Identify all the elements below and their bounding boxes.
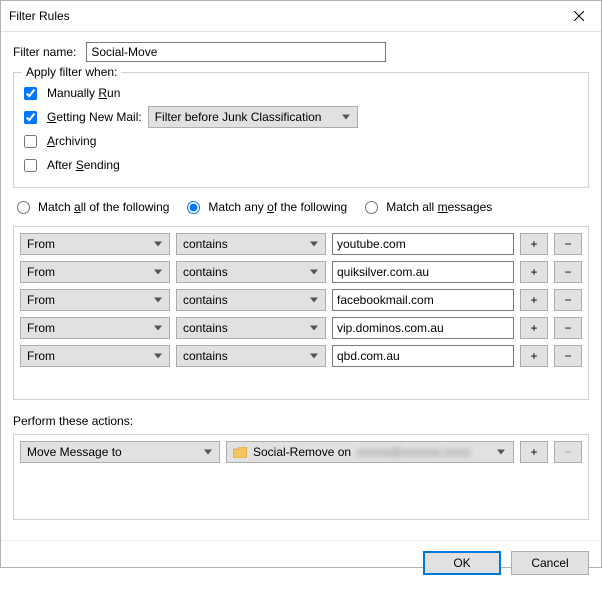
archiving-label[interactable]: Archiving [47, 134, 96, 148]
rule-row: From contains +− [20, 261, 582, 283]
rule-condition-select[interactable]: contains [176, 317, 326, 339]
action-add-button[interactable]: + [520, 441, 548, 463]
archiving-checkbox[interactable] [24, 135, 37, 148]
rule-condition-select[interactable]: contains [176, 261, 326, 283]
actions-list: Move Message to Social-Remove on xxxxxx@x… [13, 434, 589, 520]
rule-add-button[interactable]: + [520, 289, 548, 311]
getting-new-mail-row: Getting New Mail: Filter before Junk Cla… [24, 105, 578, 129]
rule-field-select[interactable]: From [20, 345, 170, 367]
action-target-select[interactable]: Social-Remove on xxxxxx@xxxxxxx.xxxxx [226, 441, 514, 463]
match-any-radio-label[interactable]: Match any of the following [187, 200, 347, 214]
rule-remove-button[interactable]: − [554, 233, 582, 255]
action-target-label: Social-Remove on [253, 445, 351, 459]
rule-field-select[interactable]: From [20, 317, 170, 339]
manually-run-checkbox[interactable] [24, 87, 37, 100]
match-messages-radio[interactable] [365, 201, 378, 214]
rule-remove-button[interactable]: − [554, 289, 582, 311]
rule-value-input[interactable] [332, 233, 514, 255]
cancel-button[interactable]: Cancel [511, 551, 589, 575]
window-title: Filter Rules [9, 9, 556, 23]
folder-icon [233, 447, 247, 458]
dialog-body: Filter name: Apply filter when: Manually… [1, 32, 601, 540]
filter-name-label: Filter name: [13, 45, 76, 59]
rule-add-button[interactable]: + [520, 261, 548, 283]
rule-field-select[interactable]: From [20, 261, 170, 283]
match-messages-radio-label[interactable]: Match all messages [365, 200, 492, 214]
manually-run-label[interactable]: Manually Run [47, 86, 120, 100]
rule-add-button[interactable]: + [520, 317, 548, 339]
filter-name-input[interactable] [86, 42, 386, 62]
action-remove-button: − [554, 441, 582, 463]
action-target-account: xxxxxx@xxxxxxx.xxxxx [357, 445, 471, 459]
rule-remove-button[interactable]: − [554, 317, 582, 339]
rule-value-input[interactable] [332, 317, 514, 339]
rule-remove-button[interactable]: − [554, 345, 582, 367]
rule-value-input[interactable] [332, 261, 514, 283]
junk-classification-select[interactable]: Filter before Junk Classification [148, 106, 358, 128]
dialog-footer: OK Cancel [1, 540, 601, 589]
action-type-select[interactable]: Move Message to [20, 441, 220, 463]
filter-rules-window: Filter Rules Filter name: Apply filter w… [0, 0, 602, 568]
rule-row: From contains +− [20, 345, 582, 367]
action-row: Move Message to Social-Remove on xxxxxx@x… [20, 441, 582, 463]
rules-list: Fromcontains+−Fromcontains+−Fromcontains… [13, 226, 589, 400]
apply-when-group: Apply filter when: Manually Run Getting … [13, 72, 589, 188]
titlebar: Filter Rules [1, 1, 601, 32]
rule-condition-select[interactable]: contains [176, 233, 326, 255]
match-all-radio[interactable] [17, 201, 30, 214]
apply-when-legend: Apply filter when: [22, 65, 121, 79]
getting-new-mail-label[interactable]: Getting New Mail: [47, 110, 142, 124]
rule-row: From contains +− [20, 289, 582, 311]
match-mode-row: Match all of the following Match any of … [13, 196, 589, 218]
close-button[interactable] [556, 1, 601, 31]
after-sending-row: After Sending [24, 153, 578, 177]
close-icon [574, 11, 584, 21]
rule-row: From contains +− [20, 233, 582, 255]
getting-new-mail-checkbox[interactable] [24, 111, 37, 124]
rule-condition-select[interactable]: contains [176, 289, 326, 311]
archiving-row: Archiving [24, 129, 578, 153]
perform-actions-label: Perform these actions: [13, 414, 589, 428]
ok-button[interactable]: OK [423, 551, 501, 575]
manually-run-row: Manually Run [24, 81, 578, 105]
rule-field-select[interactable]: From [20, 289, 170, 311]
after-sending-checkbox[interactable] [24, 159, 37, 172]
rule-row: From contains +− [20, 317, 582, 339]
rule-condition-select[interactable]: contains [176, 345, 326, 367]
rule-value-input[interactable] [332, 289, 514, 311]
filter-name-row: Filter name: [13, 42, 589, 62]
match-any-radio[interactable] [187, 201, 200, 214]
after-sending-label[interactable]: After Sending [47, 158, 120, 172]
rule-remove-button[interactable]: − [554, 261, 582, 283]
match-all-radio-label[interactable]: Match all of the following [17, 200, 169, 214]
rule-add-button[interactable]: + [520, 345, 548, 367]
rule-value-input[interactable] [332, 345, 514, 367]
rule-field-select[interactable]: From [20, 233, 170, 255]
rule-add-button[interactable]: + [520, 233, 548, 255]
